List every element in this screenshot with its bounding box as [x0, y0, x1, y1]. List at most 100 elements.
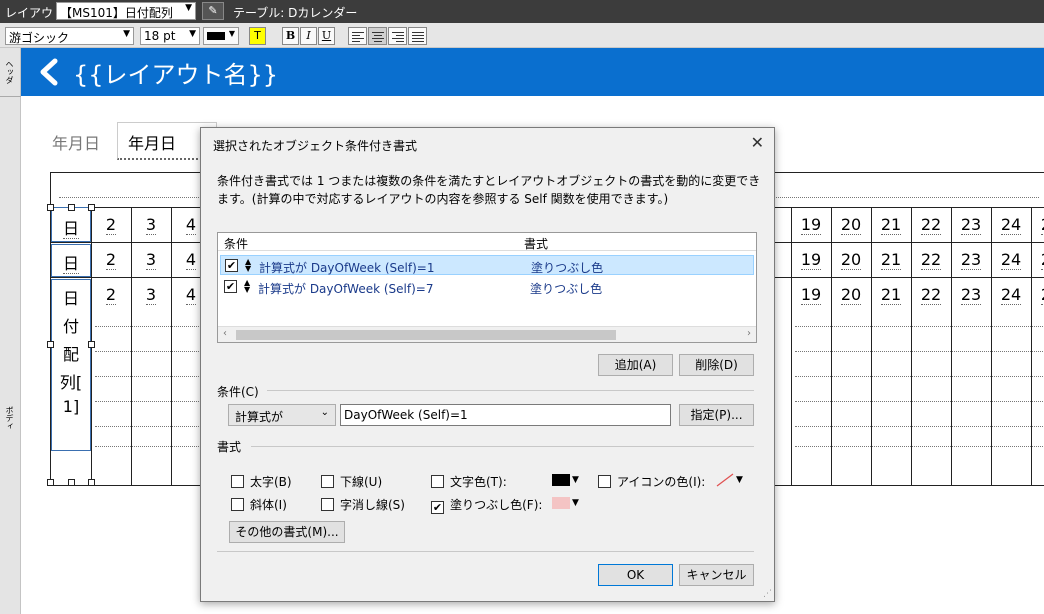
day-field[interactable]: 22: [913, 285, 949, 305]
condition-row[interactable]: ✔ ▲ ▼ 計算式が DayOfWeek (Self)=1 塗りつぶし色: [220, 255, 754, 275]
day-field[interactable]: 2: [93, 285, 129, 305]
close-icon[interactable]: ✕: [751, 133, 764, 152]
condition-list[interactable]: 条件 書式 ✔ ▲ ▼ 計算式が DayOfWeek (Self)=1 塗りつぶし…: [217, 232, 757, 343]
day-field[interactable]: 20: [833, 215, 869, 235]
day-field[interactable]: 21: [873, 215, 909, 235]
icon-color-swatch[interactable]: [716, 473, 734, 487]
resize-handle[interactable]: [47, 341, 54, 348]
reorder-arrows-icon[interactable]: ▲ ▼: [244, 279, 250, 294]
resize-handle[interactable]: [47, 479, 54, 486]
ok-button[interactable]: OK: [598, 564, 673, 586]
italic-button[interactable]: I: [300, 27, 317, 45]
font-size-select[interactable]: 18 pt ▼: [140, 27, 200, 45]
layout-name-field[interactable]: {{レイアウト名}}: [73, 55, 278, 90]
icon-color-checkbox[interactable]: アイコンの色(I):: [598, 473, 705, 490]
align-center-button[interactable]: [368, 27, 387, 45]
italic-checkbox[interactable]: 斜体(I): [231, 496, 287, 513]
day-field[interactable]: 2: [93, 250, 129, 270]
day-field[interactable]: 24: [993, 250, 1029, 270]
selection-frame[interactable]: [51, 279, 91, 451]
condition-type-select[interactable]: 計算式が ⌄: [228, 404, 336, 426]
edit-layout-button[interactable]: ✎: [202, 2, 224, 20]
chevron-down-icon[interactable]: ▼: [736, 475, 743, 485]
delete-condition-button[interactable]: 削除(D): [679, 354, 754, 376]
reorder-arrows-icon[interactable]: ▲ ▼: [245, 258, 251, 273]
day-field[interactable]: 19: [793, 285, 829, 305]
day-field[interactable]: 23: [953, 215, 989, 235]
align-justify-button[interactable]: [408, 27, 427, 45]
resize-handle[interactable]: [68, 204, 75, 211]
day-field[interactable]: 3: [133, 250, 169, 270]
layout-header: {{レイアウト名}}: [21, 48, 1044, 96]
day-field[interactable]: 19: [793, 250, 829, 270]
align-right-button[interactable]: [388, 27, 407, 45]
condition-type-value: 計算式が: [235, 410, 284, 424]
day-field[interactable]: 3: [133, 215, 169, 235]
day-field[interactable]: 3: [133, 285, 169, 305]
day-field[interactable]: 25: [1033, 215, 1044, 235]
scroll-right-icon[interactable]: ›: [747, 328, 751, 339]
checkbox-box: [598, 475, 611, 488]
footer-divider: [217, 551, 754, 552]
bold-option-label: 太字(B): [250, 475, 292, 489]
scrollbar-thumb[interactable]: [236, 330, 616, 340]
day-field[interactable]: 23: [953, 250, 989, 270]
strikethrough-checkbox[interactable]: 字消し線(S): [321, 496, 405, 513]
day-field[interactable]: 25: [1033, 285, 1044, 305]
resize-handle[interactable]: [47, 204, 54, 211]
dotted-rule: [95, 446, 207, 447]
font-select[interactable]: 游ゴシック ▼: [5, 27, 134, 45]
day-field[interactable]: 20: [833, 250, 869, 270]
chevron-down-icon: ▼: [185, 3, 192, 13]
chevron-down-icon: ⌄: [320, 407, 329, 418]
day-field[interactable]: 19: [793, 215, 829, 235]
dialog-description: 条件付き書式では 1 つまたは複数の条件を満たすとレイアウトオブジェクトの書式を…: [217, 174, 761, 206]
selection-frame[interactable]: [51, 244, 91, 277]
fill-color-swatch[interactable]: [552, 497, 570, 509]
bold-button[interactable]: B: [282, 27, 299, 45]
text-color-picker[interactable]: ▼: [203, 27, 239, 45]
condition-enabled-checkbox[interactable]: ✔: [224, 280, 237, 293]
day-field[interactable]: 25: [1033, 250, 1044, 270]
day-field[interactable]: 20: [833, 285, 869, 305]
day-field[interactable]: 24: [993, 285, 1029, 305]
selection-frame[interactable]: [51, 207, 91, 242]
underline-checkbox[interactable]: 下線(U): [321, 473, 382, 490]
add-condition-button[interactable]: 追加(A): [598, 354, 673, 376]
bold-checkbox[interactable]: 太字(B): [231, 473, 292, 490]
condition-enabled-checkbox[interactable]: ✔: [225, 259, 238, 272]
text-color-swatch[interactable]: [552, 474, 570, 486]
chevron-down-icon[interactable]: ▼: [572, 475, 579, 485]
underline-button[interactable]: U: [318, 27, 335, 45]
condition-format: 塗りつぶし色: [530, 282, 603, 296]
layout-select[interactable]: 【MS101】日付配列 ▼: [56, 2, 196, 20]
day-field[interactable]: 21: [873, 250, 909, 270]
resize-handle[interactable]: [88, 204, 95, 211]
cancel-button[interactable]: キャンセル: [679, 564, 754, 586]
back-chevron-icon[interactable]: [37, 58, 61, 86]
day-field[interactable]: 23: [953, 285, 989, 305]
highlight-button[interactable]: T: [249, 27, 266, 45]
align-left-button[interactable]: [348, 27, 367, 45]
text-color-checkbox[interactable]: 文字色(T):: [431, 473, 507, 490]
day-field[interactable]: 22: [913, 250, 949, 270]
fill-color-checkbox[interactable]: ✔ 塗りつぶし色(F):: [431, 496, 542, 514]
condition-expression: 計算式が DayOfWeek (Self)=7: [258, 282, 434, 296]
dotted-rule: [795, 401, 1043, 402]
specify-button[interactable]: 指定(P)...: [679, 404, 754, 426]
condition-row[interactable]: ✔ ▲ ▼ 計算式が DayOfWeek (Self)=7 塗りつぶし色: [220, 277, 754, 297]
bold-label: B: [285, 29, 296, 42]
resize-handle[interactable]: [88, 479, 95, 486]
resize-handle[interactable]: [88, 341, 95, 348]
condition-expression-input[interactable]: DayOfWeek (Self)=1: [340, 404, 671, 426]
resize-grip-icon[interactable]: ⋰: [763, 589, 772, 599]
resize-handle[interactable]: [68, 479, 75, 486]
chevron-down-icon[interactable]: ▼: [572, 498, 579, 508]
other-formats-button[interactable]: その他の書式(M)...: [229, 521, 345, 543]
day-field[interactable]: 2: [93, 215, 129, 235]
day-field[interactable]: 21: [873, 285, 909, 305]
day-field[interactable]: 22: [913, 215, 949, 235]
day-field[interactable]: 24: [993, 215, 1029, 235]
scroll-left-icon[interactable]: ‹: [223, 328, 227, 339]
horizontal-scrollbar[interactable]: ‹ ›: [218, 326, 756, 342]
